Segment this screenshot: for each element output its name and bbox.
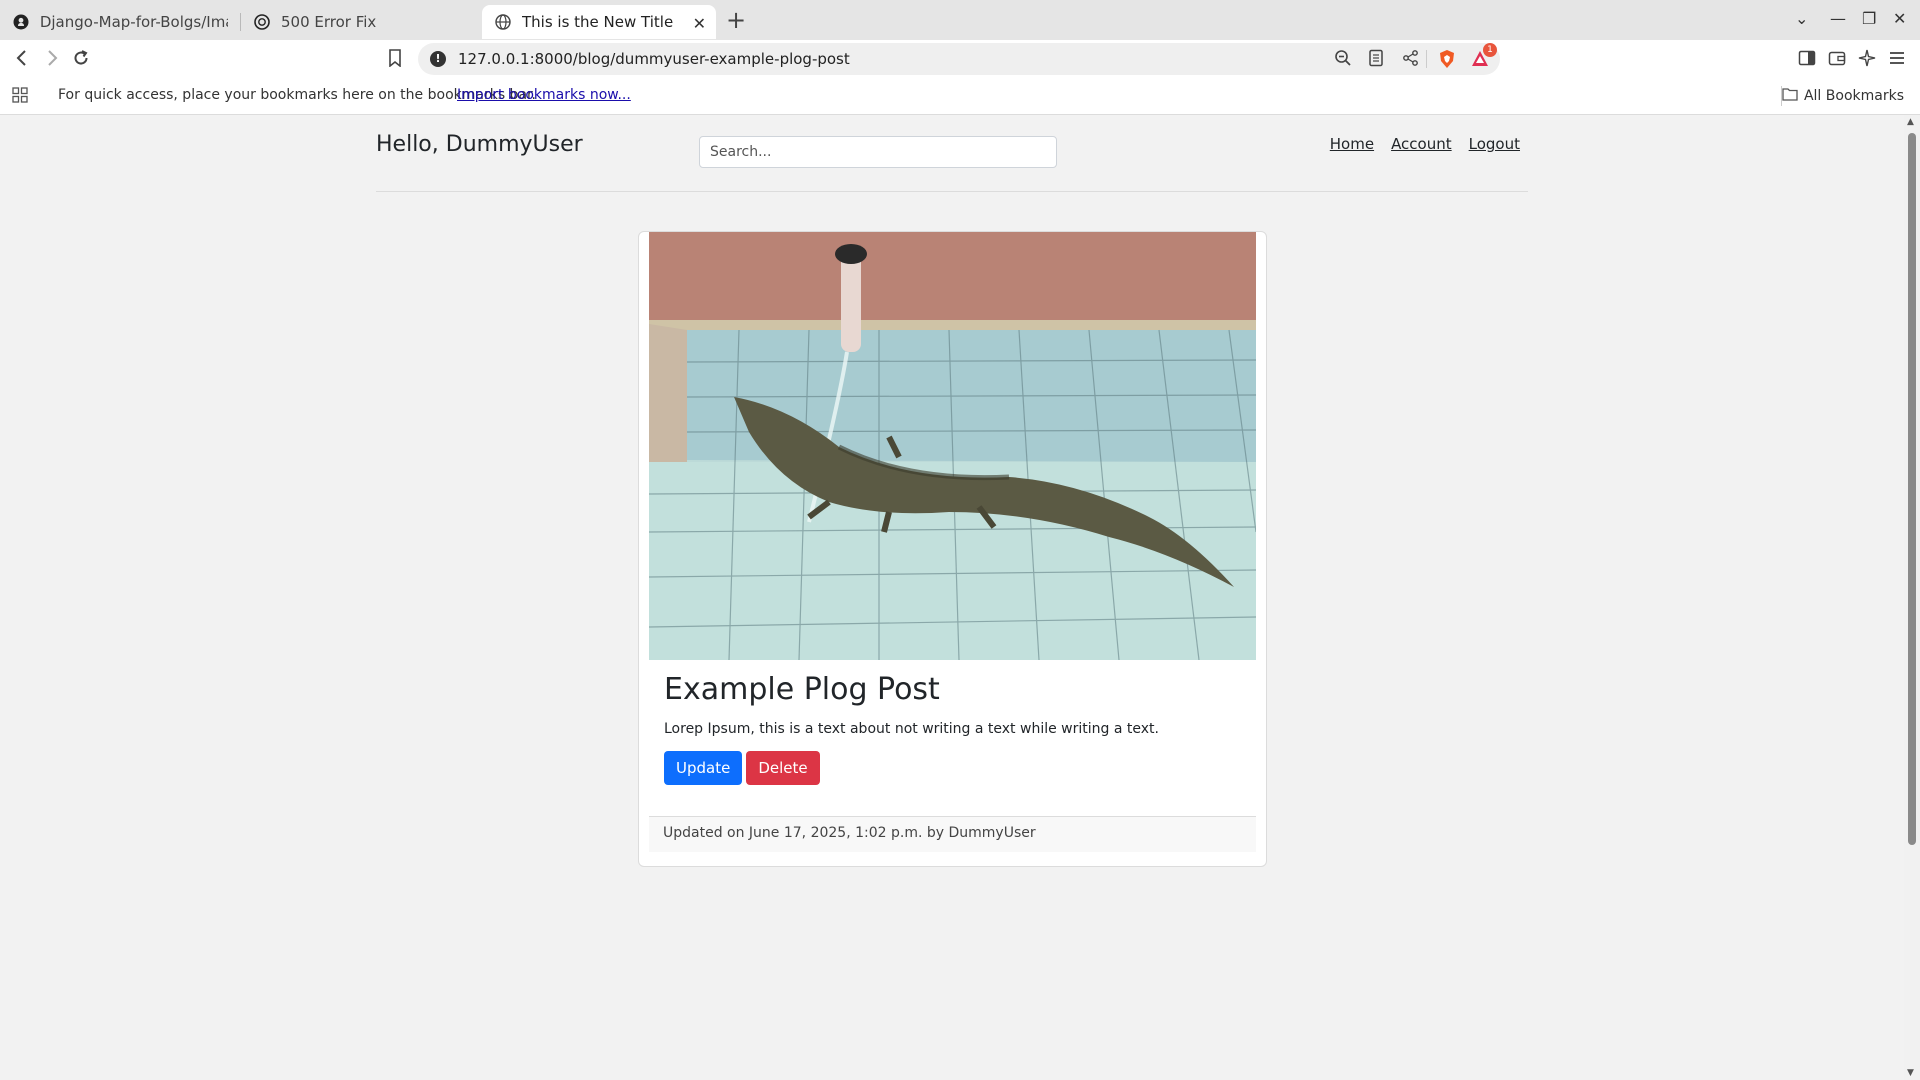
tab-github[interactable]: Django-Map-for-Bolgs/Images a (0, 5, 240, 39)
url-text[interactable]: 127.0.0.1:8000/blog/dummyuser-example-pl… (458, 50, 850, 68)
folder-icon (1782, 87, 1798, 105)
minimize-icon[interactable]: — (1830, 9, 1846, 28)
search-input[interactable] (699, 136, 1057, 168)
scroll-down-arrow-icon[interactable]: ▼ (1907, 1068, 1914, 1078)
openai-icon (253, 13, 271, 31)
zoom-icon[interactable] (1334, 49, 1352, 72)
address-bar[interactable]: ! 127.0.0.1:8000/blog/dummyuser-example-… (418, 43, 1500, 75)
bookmark-icon[interactable] (388, 49, 402, 72)
scrollbar-thumb[interactable] (1908, 133, 1916, 845)
all-bookmarks-label: All Bookmarks (1803, 88, 1904, 104)
web-page: Hello, DummyUser Home Account Logout (0, 115, 1904, 1080)
all-bookmarks-button[interactable]: All Bookmarks (1782, 87, 1904, 105)
tab-label: This is the New Title (522, 13, 674, 31)
tab-500-error[interactable]: 500 Error Fix (241, 5, 471, 39)
new-tab-icon[interactable]: + (726, 6, 746, 34)
import-bookmarks-link[interactable]: Import bookmarks now... (457, 87, 631, 103)
tab-strip: Django-Map-for-Bolgs/Images a 500 Error … (0, 0, 1920, 40)
menu-icon[interactable] (1888, 48, 1906, 72)
site-nav: Home Account Logout (1330, 135, 1520, 153)
post-card: Example Plog Post Lorep Ipsum, this is a… (638, 231, 1267, 867)
bookmarks-bar: For quick access, place your bookmarks h… (0, 78, 1920, 115)
post-image (649, 232, 1256, 660)
site-info-icon[interactable]: ! (430, 51, 446, 67)
forward-icon[interactable] (44, 48, 60, 72)
greeting: Hello, DummyUser (376, 132, 583, 157)
post-footer: Updated on June 17, 2025, 1:02 p.m. by D… (649, 816, 1256, 852)
page-scrollbar[interactable]: ▲ ▼ (1904, 115, 1920, 1080)
tab-label: 500 Error Fix (281, 13, 377, 31)
post-actions: Update Delete (664, 751, 1244, 785)
brave-shields-icon[interactable] (1437, 49, 1457, 74)
nav-logout-link[interactable]: Logout (1469, 135, 1520, 153)
notification-badge: 1 (1483, 43, 1497, 57)
tab-active[interactable]: This is the New Title ✕ (482, 5, 716, 39)
back-icon[interactable] (14, 48, 30, 72)
tab-label: Django-Map-for-Bolgs/Images a (39, 13, 228, 31)
reader-mode-icon[interactable] (1368, 49, 1384, 72)
nav-home-link[interactable]: Home (1330, 135, 1374, 153)
apps-grid-icon[interactable] (12, 87, 28, 107)
scroll-up-arrow-icon[interactable]: ▲ (1907, 117, 1914, 127)
post-text: Lorep Ipsum, this is a text about not wr… (664, 721, 1159, 737)
wallet-icon[interactable] (1828, 48, 1846, 72)
update-button[interactable]: Update (664, 751, 743, 785)
sidebar-icon[interactable] (1798, 48, 1816, 72)
tab-search-chevron-icon[interactable]: ⌄ (1795, 9, 1808, 28)
site-header: Hello, DummyUser Home Account Logout (376, 115, 1528, 192)
close-window-icon[interactable]: ✕ (1893, 9, 1906, 28)
reload-icon[interactable] (72, 48, 90, 72)
restore-icon[interactable]: ❐ (1862, 9, 1876, 28)
globe-icon (494, 13, 512, 31)
leo-ai-icon[interactable] (1858, 48, 1876, 72)
browser-toolbar: ! 127.0.0.1:8000/blog/dummyuser-example-… (0, 40, 1920, 78)
github-icon (12, 13, 30, 31)
nav-account-link[interactable]: Account (1391, 135, 1452, 153)
close-tab-icon[interactable]: ✕ (693, 14, 706, 33)
omnibox-divider (1426, 50, 1427, 68)
post-title: Example Plog Post (664, 672, 940, 707)
share-icon[interactable] (1402, 49, 1420, 72)
post-body: Example Plog Post Lorep Ipsum, this is a… (664, 672, 1244, 785)
delete-button[interactable]: Delete (746, 751, 820, 785)
